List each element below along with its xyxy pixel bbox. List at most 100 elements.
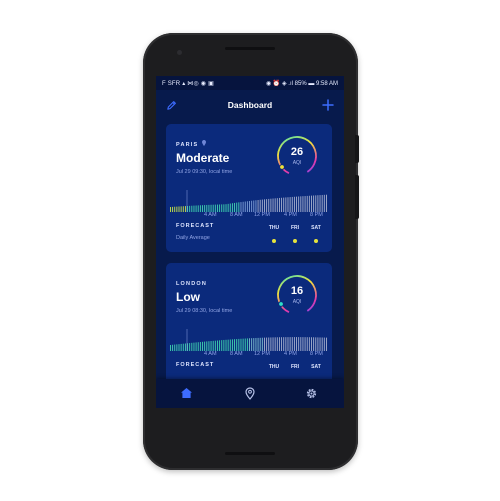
aqi-value: 16	[290, 285, 304, 297]
chart-bar	[313, 337, 315, 351]
chart-bar	[270, 198, 272, 212]
chart-bar	[257, 337, 259, 351]
aqi-gauge: 16 AQI	[274, 272, 320, 318]
chart-bar	[300, 196, 302, 212]
nav-settings[interactable]	[303, 385, 319, 401]
chart-bar	[321, 194, 323, 212]
aqi-gauge: 26 AQI	[274, 133, 320, 179]
chart-bar	[229, 203, 231, 212]
chart-bar	[311, 337, 312, 351]
chart-bar	[326, 194, 327, 212]
chart-bar	[223, 204, 225, 212]
chart-bar	[182, 206, 184, 212]
chart-bar	[274, 337, 276, 351]
status-bar: F SFR ▴ ⋈◎ ◉ ▣ ◉ ⏰ ◈ .ıl 85% ▬ 9:58 AM	[156, 76, 344, 90]
chart-bar	[204, 205, 206, 212]
tick-label: 4 AM	[204, 212, 217, 218]
reading-time: Jul 29 08:30, local time	[176, 308, 233, 314]
chart-bar	[306, 337, 308, 351]
nav-home[interactable]	[178, 385, 194, 401]
chart-bar	[234, 339, 236, 351]
chart-bar	[189, 343, 191, 351]
forecast-dot	[293, 239, 297, 243]
tick-label: 4 PM	[284, 351, 297, 357]
forecast-day: THU	[268, 364, 280, 370]
chart-bar	[323, 337, 325, 351]
top-speaker	[225, 47, 275, 50]
chart-bar	[191, 342, 193, 351]
chart-bar	[210, 341, 212, 351]
chart-bar	[212, 204, 214, 212]
bottom-navigation	[156, 379, 344, 408]
forecast-day: THU	[268, 225, 280, 231]
tick-label: 8 AM	[230, 351, 243, 357]
chart-bar	[276, 198, 278, 212]
chart-bar	[253, 200, 255, 212]
tick-label: 8 PM	[310, 212, 323, 218]
add-city-button[interactable]	[320, 97, 336, 113]
chart-bar	[308, 195, 310, 212]
city-card-paris[interactable]: PARIS Moderate Jul 29 09:30, local time	[166, 124, 332, 252]
chart-bar	[180, 343, 182, 351]
chart-bar	[289, 337, 291, 351]
chart-bar	[313, 195, 315, 212]
chart-bar	[234, 202, 236, 212]
chart-bar	[317, 337, 319, 351]
chart-bar	[191, 205, 193, 212]
chart-bar	[195, 205, 197, 212]
tick-label: 4 AM	[204, 351, 217, 357]
chart-bar	[202, 205, 203, 212]
power-button	[355, 135, 359, 163]
chart-bar	[212, 340, 214, 351]
chart-bar	[287, 337, 289, 351]
air-quality-level: Low	[176, 290, 200, 304]
chart-bar	[285, 337, 287, 351]
chart-bar	[259, 199, 261, 212]
forecast-day: FRI	[290, 225, 300, 231]
chart-bar	[274, 198, 276, 212]
chart-bar	[308, 337, 310, 351]
chart-bar	[255, 337, 257, 351]
reading-time: Jul 29 09:30, local time	[176, 169, 233, 175]
forecast-heading: FORECAST	[176, 223, 215, 229]
chart-bar	[257, 200, 259, 212]
chart-bar	[293, 337, 295, 351]
chart-bar	[319, 195, 321, 212]
plus-icon	[322, 99, 334, 111]
hourly-aqi-chart	[170, 329, 327, 351]
chart-bar	[311, 195, 312, 212]
forecast-day: SAT	[311, 225, 321, 231]
chart-bar	[227, 203, 229, 212]
chart-bar	[202, 341, 203, 351]
forecast-day: SAT	[311, 364, 321, 370]
chart-bar	[326, 337, 327, 351]
status-bar-right: ◉ ⏰ ◈ .ıl 85% ▬ 9:58 AM	[265, 81, 338, 87]
chart-bar	[231, 339, 233, 351]
chart-bar	[214, 340, 216, 351]
chart-bar	[227, 339, 229, 351]
chart-bar	[189, 205, 191, 212]
city-card-london[interactable]: LONDON Low Jul 29 08:30, local time 16 A…	[166, 263, 332, 393]
chart-bar	[293, 196, 295, 212]
chart-bar	[176, 206, 178, 212]
chart-bar	[240, 338, 242, 351]
chart-bar	[206, 341, 208, 351]
chart-bar	[253, 338, 255, 351]
chart-bar	[242, 338, 244, 351]
forecast-heading: FORECAST	[176, 362, 215, 368]
chart-bar	[174, 206, 176, 212]
chart-bar	[221, 340, 223, 351]
location-pin-icon	[202, 140, 206, 146]
chart-bar	[264, 199, 265, 212]
chart-bar	[214, 204, 216, 212]
tick-label: 4 PM	[284, 212, 297, 218]
chart-bar	[193, 342, 195, 351]
chart-bar	[249, 338, 250, 351]
chart-bar	[291, 196, 293, 212]
nav-locations[interactable]	[242, 385, 258, 401]
chart-bar	[291, 337, 293, 351]
front-camera	[177, 50, 182, 55]
chart-bar	[246, 201, 248, 212]
chart-bar	[240, 202, 242, 212]
chart-bar	[217, 204, 218, 212]
